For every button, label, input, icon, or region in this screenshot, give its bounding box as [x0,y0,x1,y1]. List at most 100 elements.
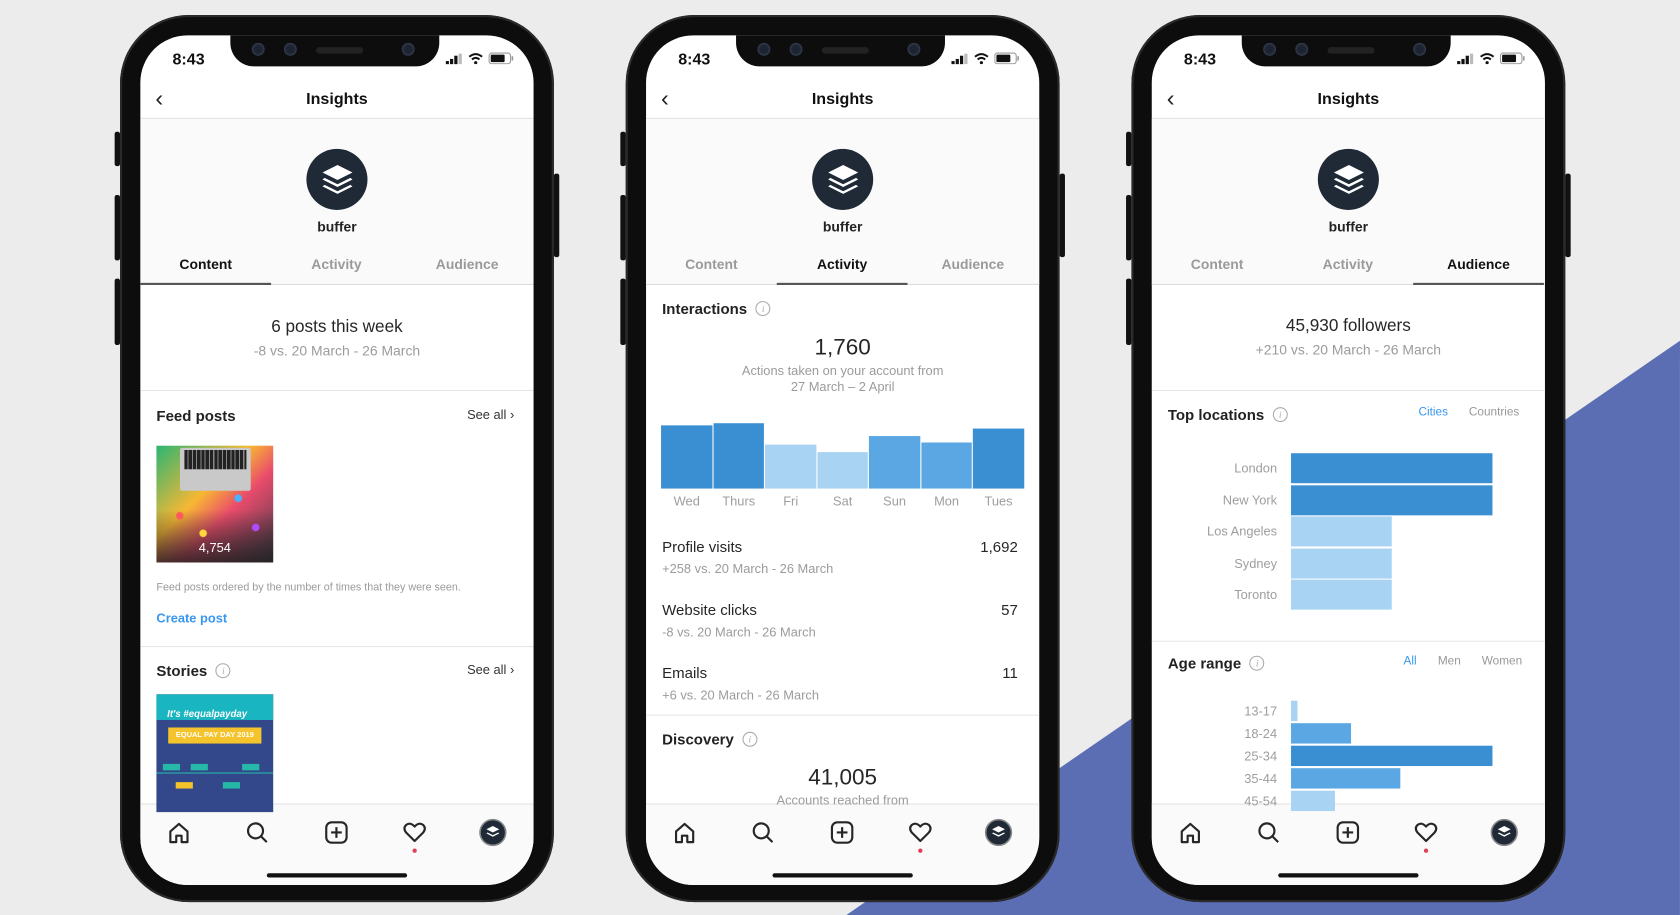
age-range-title: Age range i [1168,655,1265,672]
day-label: Mon [934,493,960,509]
info-icon[interactable]: i [755,301,771,317]
create-post-link[interactable]: Create post [156,611,227,626]
wifi-icon [468,53,483,65]
status-icons [951,52,1020,65]
divider [140,646,534,648]
home-icon[interactable] [165,819,193,847]
posts-summary: 6 posts this week [271,318,403,337]
location-label: New York [1222,492,1278,508]
battery-icon [488,52,514,65]
interactions-label: Interactions [662,299,748,318]
location-label: Sydney [1234,555,1278,571]
tab-content[interactable]: Content [1152,256,1283,272]
search-icon[interactable] [243,819,271,847]
tab-content[interactable]: Content [140,256,271,272]
metric-comparison: +258 vs. 20 March - 26 March [662,561,834,577]
profile-avatar-icon[interactable] [984,818,1013,847]
bar-mon [920,442,972,489]
new-post-icon[interactable] [1334,819,1362,847]
interactions-sub-2: 27 March – 2 April [790,379,895,395]
signal-icon [1457,53,1474,64]
search-icon[interactable] [1255,819,1283,847]
tab-audience[interactable]: Audience [402,256,533,272]
age-bar [1291,745,1493,767]
profile-header: buffer Content Activity Audience [140,118,534,285]
location-bar [1291,484,1493,515]
camera-icon [401,42,415,56]
profile-avatar-icon[interactable] [1490,818,1518,847]
header: ‹ Insights [140,78,534,119]
filter-women[interactable]: Women [1482,655,1522,668]
posts-summary-comparison: -8 vs. 20 March - 26 March [253,342,421,359]
followers-count: 45,930 followers [1285,317,1411,336]
divider [1151,640,1545,642]
wifi-icon [1480,53,1495,65]
bar-thurs [713,423,764,489]
filter-countries[interactable]: Countries [1469,406,1519,419]
speaker [821,47,869,54]
activity-heart-icon[interactable] [1412,819,1440,853]
info-icon[interactable]: i [742,731,758,747]
profile-header: buffer Content Activity Audience [646,118,1040,285]
notification-dot [1423,848,1429,853]
info-icon[interactable]: i [1272,407,1288,423]
new-post-icon[interactable] [322,819,350,847]
day-label: Tues [984,493,1013,509]
feed-see-all-link[interactable]: See all › [467,407,514,422]
metric-value: 57 [1001,601,1018,619]
search-icon[interactable] [749,819,777,847]
profile-header: buffer Content Activity Audience [1151,118,1545,285]
activity-heart-icon[interactable] [906,819,934,853]
metric-comparison: +6 vs. 20 March - 26 March [662,687,819,703]
phone-content: buffer Content Activity Audience ‹ Insig… [114,14,560,903]
tab-content[interactable]: Content [646,256,777,272]
age-range-label: Age range [1167,654,1242,672]
tab-activity[interactable]: Activity [1282,256,1413,272]
metric-label: Profile visits [662,537,743,555]
active-tab-indicator [1413,282,1544,285]
age-bar [1291,723,1352,744]
feed-post-thumbnail[interactable]: 4,754 [156,445,274,563]
page-title: Insights [306,89,368,109]
location-bar [1291,548,1392,579]
tab-activity[interactable]: Activity [271,256,402,272]
page-title: Insights [1317,89,1380,109]
divider [646,714,1040,716]
buffer-logo-avatar [812,148,874,210]
tab-activity[interactable]: Activity [777,256,908,272]
bottom-nav [646,803,1040,885]
location-label: London [1234,460,1278,476]
age-label: 18-24 [1244,725,1278,741]
metric-label: Emails [662,664,708,682]
info-icon[interactable]: i [215,663,231,679]
bottom-nav [140,803,534,885]
home-icon[interactable] [1176,819,1204,847]
tab-audience[interactable]: Audience [907,256,1038,272]
story-thumbnail[interactable]: It's #equalpayday EQUAL PAY DAY 2019 [156,694,274,813]
location-bar [1291,579,1392,610]
camera-icon [757,42,771,56]
discovery-title: Discovery i [662,731,758,748]
stories-see-all-link[interactable]: See all › [467,662,514,677]
info-icon[interactable]: i [1249,655,1265,671]
age-label: 25-34 [1244,748,1278,764]
filter-cities[interactable]: Cities [1419,406,1448,419]
speaker [1327,47,1375,54]
stories-label: Stories [156,662,208,680]
see-all-label: See all [467,407,507,423]
notch [736,35,945,67]
speaker [316,47,364,54]
day-label: Sat [832,493,853,509]
notification-dot [918,848,923,853]
wifi-icon [974,53,989,65]
new-post-icon[interactable] [828,819,856,847]
account-name: buffer [1328,218,1369,235]
filter-men[interactable]: Men [1438,655,1461,668]
screen: buffer Content Activity Audience ‹ Insig… [646,35,1040,885]
activity-heart-icon[interactable] [401,819,429,853]
metric-comparison: -8 vs. 20 March - 26 March [662,624,816,640]
filter-all[interactable]: All [1404,655,1417,668]
profile-avatar-icon[interactable] [479,818,507,847]
home-icon[interactable] [671,819,699,847]
tab-audience[interactable]: Audience [1413,256,1544,272]
